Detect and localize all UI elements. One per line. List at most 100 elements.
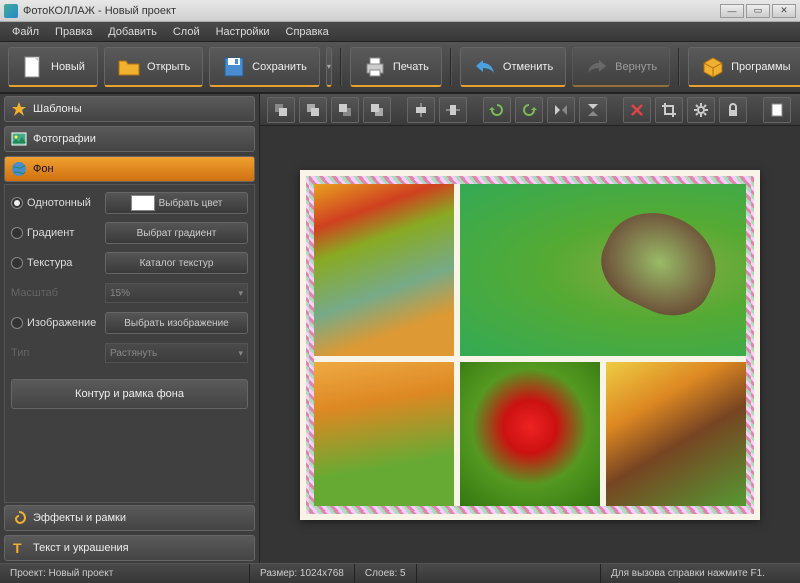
scale-value: 15%	[110, 288, 130, 299]
text-label: Текст и украшения	[33, 542, 129, 554]
new-file-icon	[21, 55, 45, 79]
background-label: Фон	[33, 163, 54, 175]
image-label: Изображение	[27, 317, 96, 329]
main-toolbar: Новый Открыть Сохранить ▾ Печать Отменит…	[0, 42, 800, 94]
accordion-text[interactable]: T Текст и украшения	[4, 535, 255, 561]
rotate-right-icon[interactable]	[515, 97, 543, 123]
printer-icon	[363, 55, 387, 79]
left-panel: Шаблоны Фотографии Фон Однотонный Выбрат…	[0, 94, 260, 563]
save-label: Сохранить	[252, 61, 307, 73]
statusbar: Проект: Новый проект Размер: 1024x768 Сл…	[0, 563, 800, 583]
collage-photo-5[interactable]	[606, 362, 746, 506]
flip-v-icon[interactable]	[579, 97, 607, 123]
menu-settings[interactable]: Настройки	[208, 24, 278, 40]
open-label: Открыть	[147, 61, 190, 73]
collage-photo-1[interactable]	[314, 184, 454, 356]
scale-select[interactable]: 15%	[105, 283, 248, 303]
contour-frame-label: Контур и рамка фона	[75, 388, 184, 400]
save-icon	[222, 55, 246, 79]
pick-color-label: Выбрать цвет	[159, 198, 223, 209]
delete-icon[interactable]	[623, 97, 651, 123]
status-project: Проект: Новый проект	[0, 564, 250, 583]
menu-help[interactable]: Справка	[278, 24, 337, 40]
open-button[interactable]: Открыть	[104, 47, 203, 87]
send-backward-icon[interactable]	[331, 97, 359, 123]
canvas-area	[260, 94, 800, 563]
contour-frame-button[interactable]: Контур и рамка фона	[11, 379, 248, 409]
pick-image-button[interactable]: Выбрать изображение	[105, 312, 248, 334]
flip-h-icon[interactable]	[547, 97, 575, 123]
align-center-v-icon[interactable]	[439, 97, 467, 123]
menu-file[interactable]: Файл	[4, 24, 47, 40]
print-label: Печать	[393, 61, 429, 73]
accordion-background[interactable]: Фон	[4, 156, 255, 182]
menu-edit[interactable]: Правка	[47, 24, 100, 40]
settings-gear-icon[interactable]	[687, 97, 715, 123]
texture-catalog-label: Каталог текстур	[140, 258, 214, 269]
redo-icon	[585, 55, 609, 79]
status-layers: Слоев: 5	[355, 564, 417, 583]
pick-gradient-button[interactable]: Выбрат градиент	[105, 222, 248, 244]
texture-label: Текстура	[27, 257, 72, 269]
solid-label: Однотонный	[27, 197, 91, 209]
print-button[interactable]: Печать	[350, 47, 442, 87]
radio-image[interactable]	[11, 317, 23, 329]
save-dropdown[interactable]: ▾	[326, 47, 332, 87]
pick-color-button[interactable]: Выбрать цвет	[105, 192, 248, 214]
collage-photo-4[interactable]	[460, 362, 600, 506]
texture-catalog-button[interactable]: Каталог текстур	[105, 252, 248, 274]
programs-button[interactable]: Программы	[688, 47, 800, 87]
pick-image-label: Выбрать изображение	[124, 318, 228, 329]
box-icon	[701, 55, 725, 79]
undo-label: Отменить	[503, 61, 553, 73]
new-button[interactable]: Новый	[8, 47, 98, 87]
radio-texture[interactable]	[11, 257, 23, 269]
pick-gradient-label: Выбрат градиент	[137, 228, 217, 239]
templates-label: Шаблоны	[33, 103, 82, 115]
align-center-h-icon[interactable]	[407, 97, 435, 123]
effects-label: Эффекты и рамки	[33, 512, 126, 524]
accordion-photos[interactable]: Фотографии	[4, 126, 255, 152]
photo-icon	[11, 131, 27, 147]
svg-text:T: T	[13, 540, 22, 556]
close-button[interactable]: ✕	[772, 4, 796, 18]
app-icon	[4, 4, 18, 18]
accordion-effects[interactable]: Эффекты и рамки	[4, 505, 255, 531]
type-label: Тип	[11, 347, 101, 359]
lock-icon[interactable]	[719, 97, 747, 123]
folder-open-icon	[117, 55, 141, 79]
new-label: Новый	[51, 61, 85, 73]
photos-label: Фотографии	[33, 133, 96, 145]
titlebar: ФотоКОЛЛАЖ - Новый проект — ▭ ✕	[0, 0, 800, 22]
rotate-left-icon[interactable]	[483, 97, 511, 123]
swirl-icon	[11, 510, 27, 526]
menu-add[interactable]: Добавить	[100, 24, 165, 40]
collage-photo-3[interactable]	[314, 362, 454, 506]
save-button[interactable]: Сохранить	[209, 47, 320, 87]
radio-gradient[interactable]	[11, 227, 23, 239]
text-icon: T	[11, 540, 27, 556]
background-panel: Однотонный Выбрать цвет Градиент Выбрат …	[4, 184, 255, 503]
type-select[interactable]: Растянуть	[105, 343, 248, 363]
collage-document[interactable]	[300, 170, 760, 520]
bring-forward-icon[interactable]	[299, 97, 327, 123]
crop-icon[interactable]	[655, 97, 683, 123]
collage-photo-2[interactable]	[460, 184, 746, 356]
bring-front-icon[interactable]	[267, 97, 295, 123]
canvas-viewport[interactable]	[260, 126, 800, 563]
accordion-templates[interactable]: Шаблоны	[4, 96, 255, 122]
radio-solid[interactable]	[11, 197, 23, 209]
maximize-button[interactable]: ▭	[746, 4, 770, 18]
send-back-icon[interactable]	[363, 97, 391, 123]
redo-button[interactable]: Вернуть	[572, 47, 670, 87]
canvas-toolbar	[260, 94, 800, 126]
programs-label: Программы	[731, 61, 790, 73]
status-size: Размер: 1024x768	[250, 564, 355, 583]
star-icon	[11, 101, 27, 117]
menubar: Файл Правка Добавить Слой Настройки Спра…	[0, 22, 800, 42]
minimize-button[interactable]: —	[720, 4, 744, 18]
blank-page-icon[interactable]	[763, 97, 791, 123]
undo-icon	[473, 55, 497, 79]
menu-layer[interactable]: Слой	[165, 24, 208, 40]
undo-button[interactable]: Отменить	[460, 47, 566, 87]
